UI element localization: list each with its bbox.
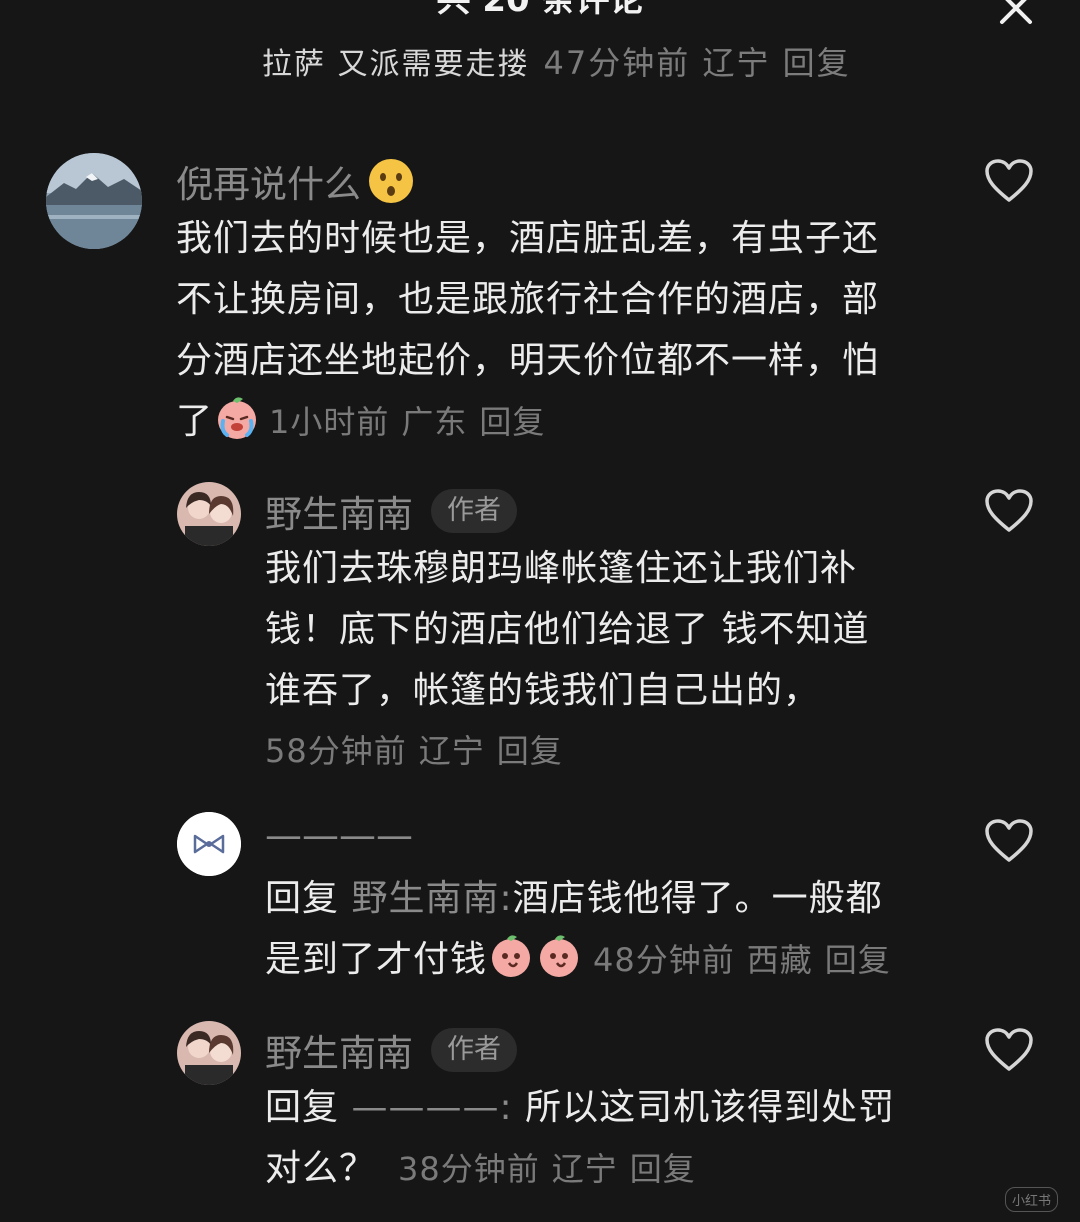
watermark-logo: 小红书: [1004, 1187, 1058, 1212]
reply-button[interactable]: 回复: [630, 1150, 696, 1188]
reply-prefix: 回复: [265, 1087, 340, 1128]
close-icon[interactable]: [996, 0, 1036, 28]
avatar[interactable]: [46, 153, 142, 249]
comment-location: 辽宁: [418, 732, 485, 770]
comment-time: 48分钟前: [593, 941, 735, 979]
peach-emoji: [492, 935, 531, 977]
previous-comment-partial: 拉萨 又派需要走搂 47分钟前 辽宁 回复: [262, 38, 851, 84]
reply-button[interactable]: 回复: [825, 941, 891, 979]
avatar[interactable]: [177, 812, 241, 876]
crying-peach-emoji: [218, 397, 257, 439]
comment-body: 回复 ————: 所以这司机该得到处罚 对么？ 38分钟前 辽宁 回复: [265, 1087, 896, 1189]
comment-location: 西藏: [746, 941, 813, 979]
reply-button[interactable]: 回复: [497, 732, 563, 770]
comment-time: 58分钟前: [265, 732, 407, 770]
comment-time: 38分钟前: [398, 1150, 540, 1188]
like-heart-icon[interactable]: [984, 818, 1034, 864]
reply-prefix: 回复: [265, 878, 340, 919]
peach-emoji: [540, 935, 579, 977]
like-heart-icon[interactable]: [984, 488, 1034, 534]
reply-to-username[interactable]: ————:: [351, 1087, 512, 1128]
avatar[interactable]: [177, 482, 241, 546]
comments-header-title: 共 20 条评论: [436, 0, 644, 20]
comment-last-line: 了 1小时前 广东 回复: [176, 391, 946, 453]
reply-to-username[interactable]: 野生南南:: [351, 878, 512, 919]
previous-comment-text: 拉萨 又派需要走搂: [262, 47, 530, 82]
comment-body: 我们去珠穆朗玛峰帐篷住还让我们补 钱！底下的酒店他们给退了 钱不知道 谁吞了，帐…: [265, 538, 945, 782]
comment-body: 我们去的时候也是，酒店脏乱差，有虫子还 不让换房间，也是跟旅行社合作的酒店，部 …: [176, 208, 946, 453]
comment-location: 广东: [401, 403, 468, 441]
comment-username[interactable]: 野生南南 作者: [265, 484, 517, 538]
like-heart-icon[interactable]: [984, 158, 1034, 204]
previous-comment-meta: 47分钟前 辽宁 回复: [543, 44, 851, 82]
avatar[interactable]: [177, 1021, 241, 1085]
hushed-face-emoji: [369, 159, 413, 203]
comment-location: 辽宁: [551, 1150, 618, 1188]
reply-button[interactable]: 回复: [479, 403, 545, 441]
comment-time: 1小时前: [269, 403, 390, 441]
author-badge: 作者: [431, 1028, 517, 1072]
comment-username[interactable]: 倪再说什么: [176, 154, 415, 208]
comment-body: 回复 野生南南:酒店钱他得了。一般都 是到了才付钱 48分钟前 西藏 回复: [265, 878, 891, 980]
comment-meta: 58分钟前 辽宁 回复: [265, 721, 945, 782]
author-badge: 作者: [431, 489, 517, 533]
comment-username[interactable]: ————: [265, 814, 413, 857]
like-heart-icon[interactable]: [984, 1027, 1034, 1073]
comment-username[interactable]: 野生南南 作者: [265, 1023, 517, 1077]
